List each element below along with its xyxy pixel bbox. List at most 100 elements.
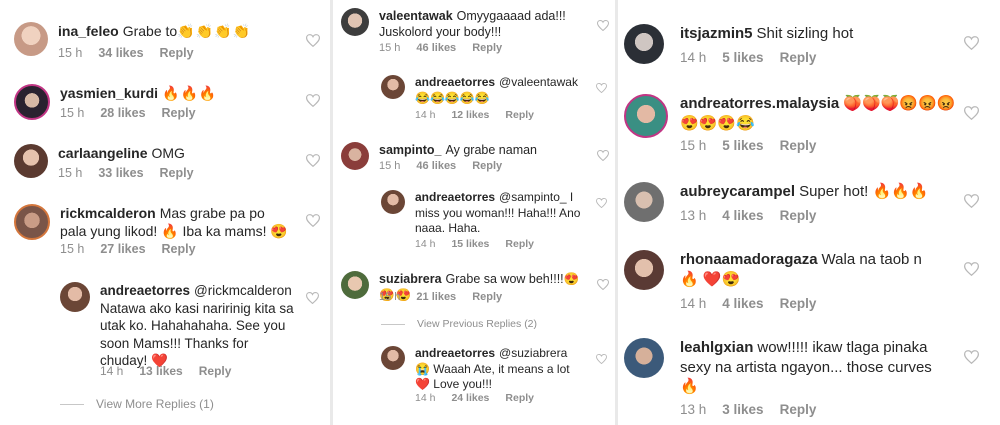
timestamp: 14 h	[415, 392, 436, 404]
avatar[interactable]	[60, 282, 90, 312]
comments-panel-3: itsjazmin5 Shit sizling hot 14 h 5 likes Re…	[618, 0, 1000, 425]
reply-button[interactable]: Reply	[162, 242, 196, 256]
heart-icon[interactable]	[306, 94, 320, 107]
timestamp: 13 h	[680, 402, 707, 417]
username[interactable]: valeentawak	[379, 9, 453, 23]
username[interactable]: andreaetorres	[415, 346, 495, 360]
comment-text: Grabe to	[122, 23, 178, 39]
reply-button[interactable]: Reply	[162, 106, 196, 120]
like-count[interactable]: 33 likes	[98, 166, 143, 180]
comment-text: Grabe sa wow beh!!!!	[445, 272, 564, 286]
heart-icon[interactable]	[964, 106, 979, 120]
comments-panel-1: ina_feleo Grabe to👏👏👏👏 15 h 34 likes Reply …	[0, 0, 330, 425]
like-count[interactable]: 28 likes	[100, 106, 145, 120]
avatar[interactable]	[624, 182, 664, 222]
like-count[interactable]: 46 likes	[416, 42, 456, 54]
like-count[interactable]: 34 likes	[98, 46, 143, 60]
avatar[interactable]	[341, 8, 369, 36]
avatar[interactable]	[341, 271, 369, 299]
heart-icon[interactable]	[964, 36, 979, 50]
username[interactable]: leahlgxian	[680, 339, 753, 356]
username[interactable]: andreatorres.malaysia	[680, 95, 839, 112]
comment-text: Super hot! 🔥🔥🔥	[799, 183, 929, 200]
avatar[interactable]	[381, 75, 405, 99]
username[interactable]: sampinto_	[379, 143, 442, 157]
like-count[interactable]: 12 likes	[451, 109, 489, 121]
username[interactable]: rhonaamadoragaza	[680, 251, 818, 268]
avatar[interactable]	[14, 144, 48, 178]
username[interactable]: suziabrera	[379, 272, 442, 286]
avatar[interactable]	[381, 346, 405, 370]
username[interactable]: ina_feleo	[58, 23, 119, 39]
view-previous-replies[interactable]: View Previous Replies (2)	[381, 318, 537, 330]
heart-icon[interactable]	[964, 350, 979, 364]
timestamp: 14 h	[680, 50, 707, 65]
heart-icon[interactable]	[964, 194, 979, 208]
timestamp: 15 h	[58, 46, 83, 60]
timestamp: 15 h	[379, 160, 401, 172]
heart-icon[interactable]	[306, 214, 320, 227]
reply-button[interactable]: Reply	[505, 109, 534, 121]
like-count[interactable]: 5 likes	[722, 50, 763, 65]
username[interactable]: rickmcalderon	[60, 205, 156, 221]
avatar[interactable]	[14, 22, 48, 56]
comment-text: OMG	[151, 145, 185, 161]
like-count[interactable]: 3 likes	[722, 402, 763, 417]
username[interactable]: yasmien_kurdi	[60, 85, 158, 101]
like-count[interactable]: 13 likes	[139, 364, 182, 378]
heart-icon[interactable]	[597, 279, 609, 290]
timestamp: 13 h	[680, 208, 707, 223]
heart-icon[interactable]	[306, 154, 320, 167]
reply-button[interactable]: Reply	[780, 138, 817, 153]
avatar[interactable]	[624, 250, 664, 290]
comment-text: Ay grabe naman	[445, 143, 538, 157]
heart-icon[interactable]	[964, 262, 979, 276]
reply-button[interactable]: Reply	[160, 166, 194, 180]
avatar[interactable]	[381, 190, 405, 214]
reply-button[interactable]: Reply	[505, 238, 534, 250]
avatar[interactable]	[14, 84, 50, 120]
avatar[interactable]	[624, 94, 668, 138]
reply-button[interactable]: Reply	[505, 392, 534, 404]
like-count[interactable]: 21 likes	[416, 291, 456, 303]
timestamp: 15 h	[680, 138, 707, 153]
heart-icon[interactable]	[306, 292, 319, 304]
username[interactable]: andreaetorres	[415, 190, 495, 204]
timestamp: 14 h	[415, 238, 436, 250]
reply-button[interactable]: Reply	[160, 46, 194, 60]
username[interactable]: andreaetorres	[415, 75, 495, 89]
username[interactable]: andreaetorres	[100, 283, 190, 298]
heart-icon[interactable]	[596, 83, 607, 93]
like-count[interactable]: 24 likes	[451, 392, 489, 404]
reply-button[interactable]: Reply	[472, 291, 502, 303]
view-more-label: View More Replies (1)	[96, 397, 214, 411]
like-count[interactable]: 5 likes	[722, 138, 763, 153]
reply-button[interactable]: Reply	[472, 160, 502, 172]
heart-icon[interactable]	[596, 354, 607, 364]
like-count[interactable]: 4 likes	[722, 296, 763, 311]
avatar[interactable]	[624, 24, 664, 64]
avatar[interactable]	[624, 338, 664, 378]
heart-icon[interactable]	[597, 20, 609, 31]
heart-icon[interactable]	[596, 198, 607, 208]
reply-button[interactable]: Reply	[199, 364, 232, 378]
heart-icon[interactable]	[306, 34, 320, 47]
like-count[interactable]: 27 likes	[100, 242, 145, 256]
like-count[interactable]: 4 likes	[722, 208, 763, 223]
reply-button[interactable]: Reply	[780, 296, 817, 311]
reply-button[interactable]: Reply	[472, 42, 502, 54]
avatar[interactable]	[14, 204, 50, 240]
username[interactable]: aubreycarampel	[680, 183, 795, 200]
avatar[interactable]	[341, 142, 369, 170]
heart-icon[interactable]	[597, 150, 609, 161]
username[interactable]: carlaangeline	[58, 145, 148, 161]
divider	[60, 404, 84, 406]
reply-button[interactable]: Reply	[780, 208, 817, 223]
reply-button[interactable]: Reply	[780, 50, 817, 65]
like-count[interactable]: 46 likes	[416, 160, 456, 172]
username[interactable]: itsjazmin5	[680, 25, 753, 42]
reply-button[interactable]: Reply	[780, 402, 817, 417]
like-count[interactable]: 15 likes	[451, 238, 489, 250]
divider	[381, 323, 405, 325]
view-more-replies[interactable]: View More Replies (1)	[60, 397, 214, 411]
